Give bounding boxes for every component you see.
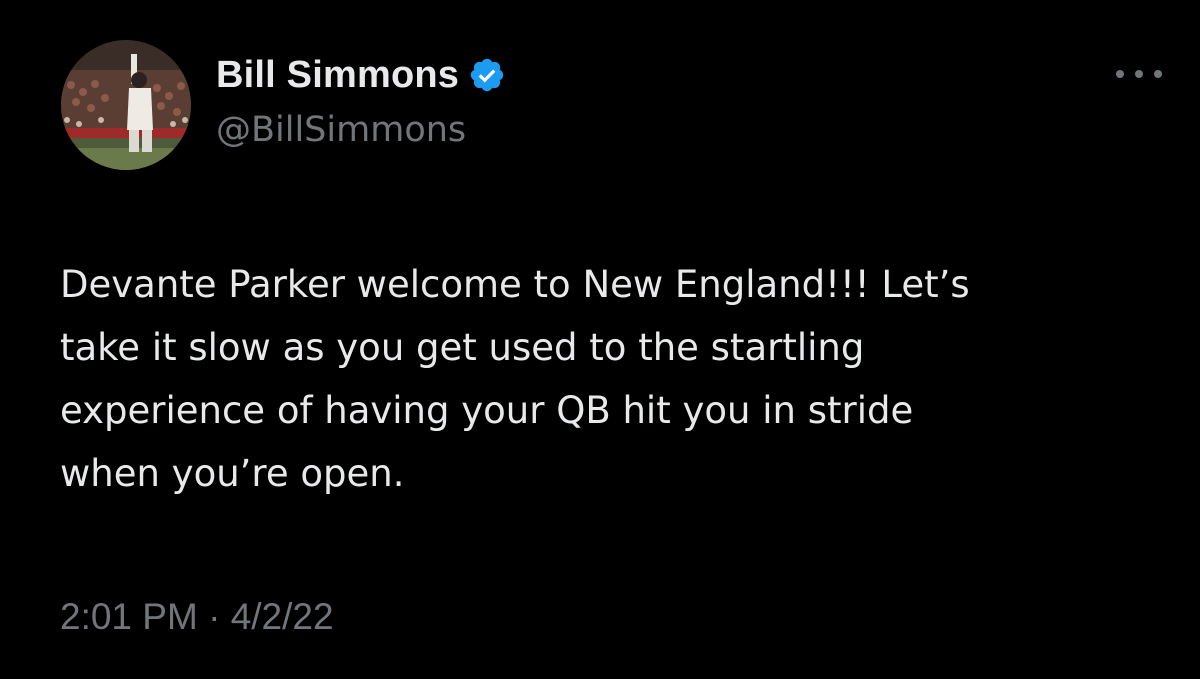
- tweet-card: Bill Simmons @BillSimmons Devante Parker…: [0, 0, 1200, 679]
- tweet-date: 4/2/22: [230, 596, 334, 637]
- author-avatar[interactable]: [61, 40, 191, 170]
- tweet-text: Devante Parker welcome to New England!!!…: [60, 263, 970, 495]
- more-dot: [1135, 70, 1143, 78]
- meta-separator: ·: [197, 596, 231, 637]
- verified-badge-icon: [468, 56, 506, 94]
- more-options-icon[interactable]: [1116, 62, 1162, 86]
- baseball-player-avatar-icon: [61, 40, 191, 170]
- more-dot: [1154, 70, 1162, 78]
- author-name-row[interactable]: Bill Simmons: [216, 52, 506, 98]
- author-handle[interactable]: @BillSimmons: [216, 110, 466, 150]
- tweet-time: 2:01 PM: [60, 596, 198, 637]
- tweet-timestamp[interactable]: 2:01 PM · 4/2/22: [60, 596, 334, 638]
- more-dot: [1116, 70, 1124, 78]
- author-display-name[interactable]: Bill Simmons: [216, 54, 459, 97]
